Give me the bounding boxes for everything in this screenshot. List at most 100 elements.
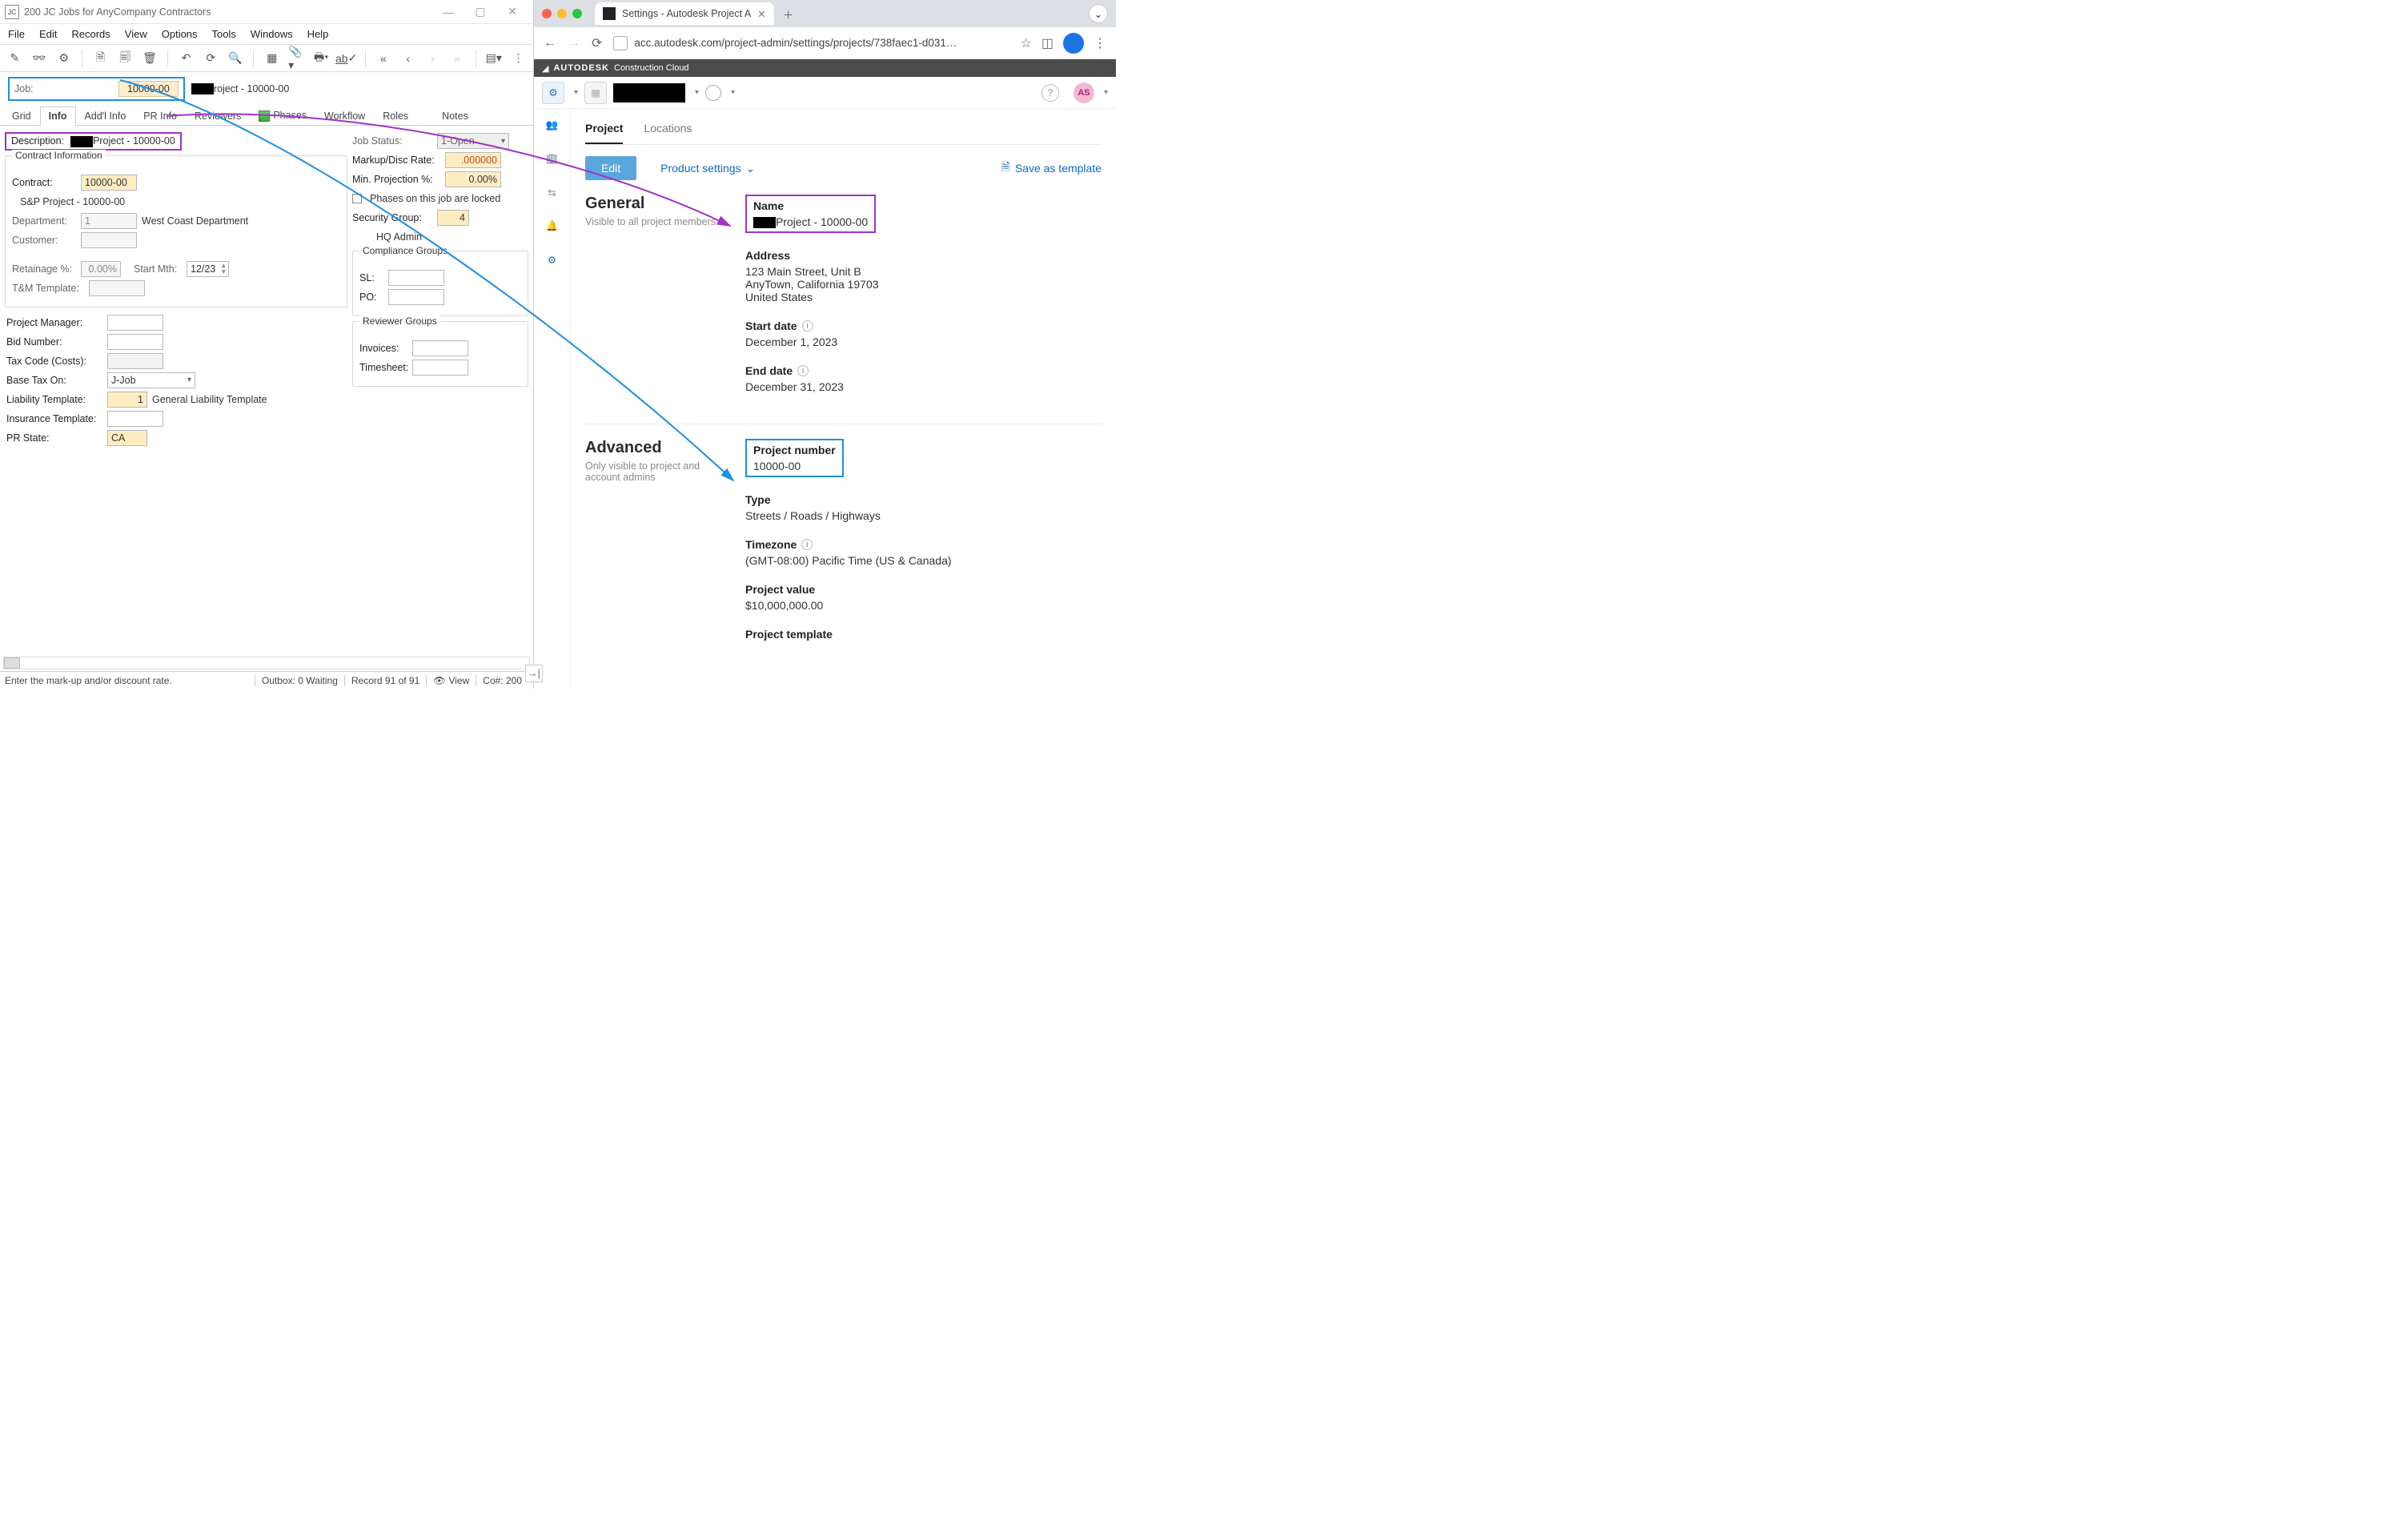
url-field[interactable]: acc.autodesk.com/project-admin/settings/… (613, 36, 1009, 50)
department-input[interactable]: 1 (81, 213, 137, 229)
menu-edit[interactable]: Edit (39, 28, 57, 40)
new-tab-button[interactable]: ＋ (779, 4, 798, 23)
new-icon[interactable]: ✎ (6, 50, 23, 67)
tab-menu-button[interactable]: ⌄ (1089, 4, 1108, 23)
expand-panel-icon[interactable]: →| (525, 665, 543, 682)
more-icon[interactable]: ⋮ (510, 50, 527, 67)
traffic-lights[interactable] (542, 9, 582, 18)
kebab-icon[interactable]: ⋮ (1094, 35, 1106, 51)
product-settings-link[interactable]: Product settings ⌄ (660, 162, 755, 175)
gear-button[interactable]: ⚙ (542, 82, 564, 104)
settings-icon[interactable]: ⚙ (544, 251, 560, 267)
job-value[interactable]: 10000-00 (118, 81, 179, 97)
edit-button[interactable]: Edit (585, 156, 636, 180)
bid-input[interactable] (107, 334, 163, 350)
menu-help[interactable]: Help (307, 28, 329, 40)
tab-reviewers[interactable]: Reviewers (186, 106, 250, 125)
tm-input[interactable] (89, 280, 145, 296)
delete-icon[interactable]: 🗑 (142, 50, 159, 67)
menu-file[interactable]: File (8, 28, 25, 40)
markup-input[interactable]: .000000 (445, 152, 501, 168)
inv-input[interactable] (412, 340, 468, 356)
description-value[interactable]: Project - 10000-00 (70, 135, 175, 147)
info-icon[interactable]: i (797, 365, 809, 376)
sync-icon[interactable]: ⇆ (544, 184, 560, 200)
browser-tab[interactable]: Settings - Autodesk Project A ✕ (595, 2, 774, 25)
companies-icon[interactable]: 🏢 (544, 151, 560, 167)
find-icon[interactable]: 👓 (31, 50, 48, 67)
user-avatar[interactable]: AS (1074, 82, 1094, 103)
zoom-dot[interactable] (572, 9, 582, 18)
spellcheck-icon[interactable]: ab✓ (338, 50, 355, 67)
reload-icon[interactable]: ⟳ (592, 35, 602, 51)
maximize-button[interactable]: ▢ (464, 5, 496, 18)
next-icon[interactable]: › (424, 50, 441, 67)
ins-input[interactable] (107, 411, 163, 427)
tab-roles[interactable]: Roles (374, 106, 417, 125)
grid-button[interactable]: ▦ (584, 82, 607, 104)
members-icon[interactable]: 👥 (544, 117, 560, 133)
pm-input[interactable] (107, 315, 163, 331)
phases-locked-checkbox[interactable] (352, 194, 362, 203)
forward-icon[interactable]: → (568, 36, 580, 50)
tab-notes[interactable]: Notes (433, 106, 477, 125)
tab-phases[interactable]: Phases (250, 106, 315, 125)
search-icon[interactable]: 🔍 (227, 50, 244, 67)
print-icon[interactable]: 🖶▾ (313, 50, 330, 67)
hscrollbar[interactable] (3, 657, 530, 669)
tab-close-icon[interactable]: ✕ (757, 8, 765, 20)
grid-icon[interactable]: ▦ (263, 50, 280, 67)
startmth-input[interactable]: 12/23▲▼ (187, 261, 229, 277)
bell-icon[interactable]: 🔔 (544, 218, 560, 234)
panel-icon[interactable]: ◫ (1041, 35, 1054, 51)
ptab-locations[interactable]: Locations (644, 114, 692, 144)
tab-grid[interactable]: Grid (3, 106, 40, 125)
star-icon[interactable]: ☆ (1021, 35, 1032, 51)
menu-windows[interactable]: Windows (251, 28, 293, 40)
prstate-input[interactable]: CA (107, 430, 147, 446)
back-icon[interactable]: ← (544, 36, 556, 50)
columns-icon[interactable]: ▤▾ (485, 50, 502, 67)
attach-icon[interactable]: 📎▾ (288, 50, 305, 67)
tax-input[interactable] (107, 353, 163, 369)
ptab-project[interactable]: Project (585, 114, 623, 144)
minproj-input[interactable]: 0.00% (445, 171, 501, 187)
site-info-icon[interactable] (613, 36, 628, 50)
minimize-dot[interactable] (557, 9, 567, 18)
last-icon[interactable]: » (449, 50, 466, 67)
sl-input[interactable] (388, 270, 444, 286)
gear-caret[interactable]: ▾ (574, 88, 578, 97)
info-icon[interactable]: i (801, 539, 813, 550)
profile-icon[interactable]: 👤 (1063, 33, 1084, 54)
save-template-link[interactable]: 🗎Save as template (1001, 159, 1102, 178)
tab-workflow[interactable]: Workflow (315, 106, 374, 125)
info-icon[interactable]: i (802, 320, 813, 332)
tab-addl-info[interactable]: Add'l Info (76, 106, 135, 125)
gear-icon[interactable]: ⚙ (55, 50, 72, 67)
close-dot[interactable] (542, 9, 552, 18)
contract-input[interactable]: 10000-00 (81, 175, 137, 191)
copy-icon[interactable]: 🗐 (117, 50, 134, 67)
menu-records[interactable]: Records (71, 28, 110, 40)
close-button[interactable]: ✕ (496, 5, 528, 18)
jobstatus-select[interactable]: 1-Open (437, 133, 509, 149)
po-input[interactable] (388, 289, 444, 305)
liab-input[interactable]: 1 (107, 392, 147, 408)
menu-tools[interactable]: Tools (212, 28, 236, 40)
undo-icon[interactable]: ↶ (178, 50, 195, 67)
retainage-input[interactable]: 0.00% (81, 261, 121, 277)
ts-input[interactable] (412, 360, 468, 376)
prev-icon[interactable]: ‹ (399, 50, 416, 67)
basetax-select[interactable]: J-Job (107, 372, 195, 388)
tab-pr-info[interactable]: PR Info (134, 106, 186, 125)
customer-input[interactable] (81, 232, 137, 248)
tab-info[interactable]: Info (40, 106, 76, 126)
first-icon[interactable]: « (375, 50, 392, 67)
help-icon[interactable]: ? (1041, 84, 1059, 102)
save-icon[interactable]: 🗎 (92, 50, 109, 67)
menu-view[interactable]: View (125, 28, 147, 40)
minimize-button[interactable]: — (432, 6, 464, 18)
menu-options[interactable]: Options (162, 28, 198, 40)
globe-icon[interactable] (705, 85, 721, 101)
refresh-icon[interactable]: ⟳ (203, 50, 219, 67)
